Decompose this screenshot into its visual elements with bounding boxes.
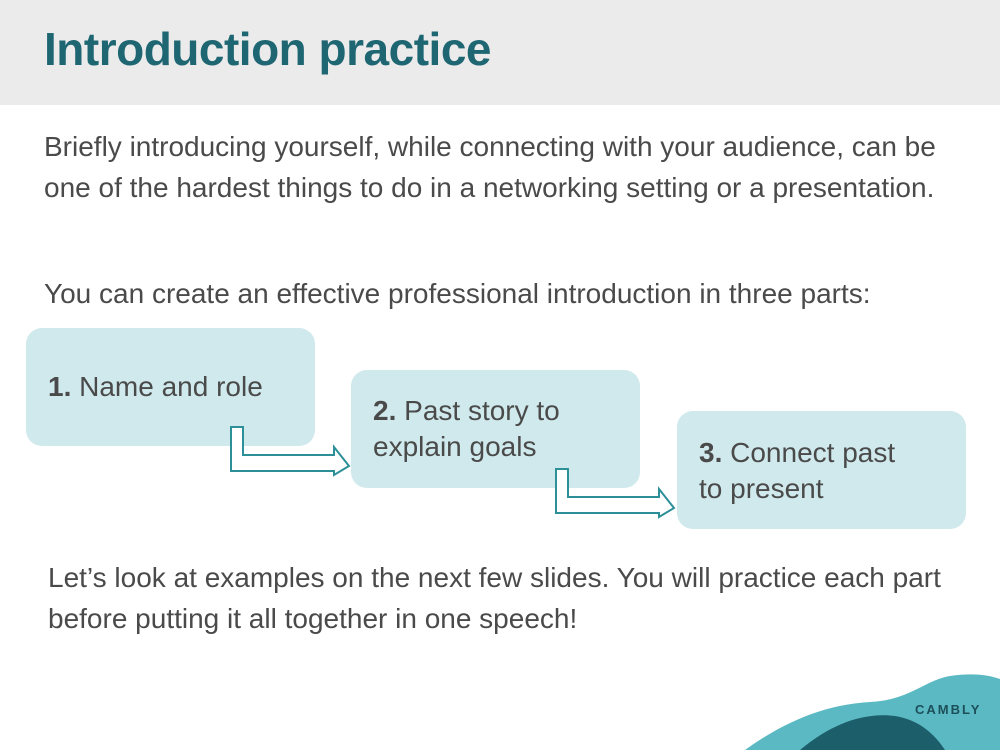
- cambly-logo: CAMBLY: [915, 702, 982, 717]
- decorative-wave-shape: [745, 674, 1000, 750]
